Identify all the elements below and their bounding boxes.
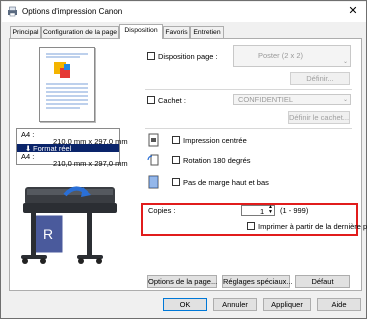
rotate-checkbox[interactable]	[172, 156, 180, 164]
apply-button[interactable]: Appliquer	[263, 298, 311, 311]
print-options-window: Options d'impression Canon ✕ Principal C…	[0, 0, 367, 319]
centered-print-label: Impression centrée	[183, 136, 247, 145]
last-page-checkbox[interactable]	[247, 222, 255, 230]
window-title: Options d'impression Canon	[22, 7, 123, 16]
page-preview	[39, 47, 95, 122]
no-margin-icon	[148, 175, 159, 189]
no-margin-checkbox[interactable]	[172, 178, 180, 186]
centered-print-checkbox[interactable]	[172, 136, 180, 144]
chevron-down-icon: ⌄	[342, 59, 348, 65]
stamp-checkbox[interactable]	[147, 96, 155, 104]
paper-size-summary: A4 : 210,0 mm x 297,0 mm ⬇ Format réel A…	[16, 128, 128, 168]
no-margin-label: Pas de marge haut et bas	[183, 178, 269, 187]
separator	[145, 128, 352, 129]
copies-value: 1	[260, 207, 265, 216]
stamp-select[interactable]: CONFIDENTIEL ⌄	[233, 94, 351, 105]
printer-app-icon	[8, 6, 17, 17]
stamp-value: CONFIDENTIEL	[238, 95, 294, 104]
tab-label: Disposition	[124, 27, 158, 34]
tab-label: Configuration de la page	[42, 29, 118, 36]
tab-label: Entretien	[193, 29, 221, 36]
input-size-label: A4 :	[21, 130, 35, 139]
rotate-label: Rotation 180 degrés	[183, 156, 251, 165]
large-format-printer-image: R	[21, 186, 117, 264]
copies-label: Copies :	[148, 206, 176, 215]
close-button[interactable]: ✕	[346, 4, 360, 18]
disposition-checkbox[interactable]	[147, 52, 155, 60]
tab-favoris[interactable]: Favoris	[163, 26, 190, 38]
define-button[interactable]: Définir...	[290, 72, 350, 85]
tab-label: Principal	[12, 29, 39, 36]
output-size-value: 210,0 mm x 297,0 mm	[53, 159, 128, 168]
cancel-button[interactable]: Annuler	[213, 298, 257, 311]
title-bar: Options d'impression Canon ✕	[2, 2, 366, 22]
scaling-selected: ⬇ Format réel	[17, 144, 119, 153]
tab-entretien[interactable]: Entretien	[190, 26, 224, 38]
separator	[145, 89, 352, 90]
stamp-label: Cachet :	[158, 96, 186, 105]
rotate-icon	[147, 154, 159, 166]
output-size-label: A4 :	[21, 152, 35, 161]
define-stamp-button[interactable]: Définir le cachet...	[288, 111, 350, 124]
help-button[interactable]: Aide	[317, 298, 361, 311]
close-icon: ✕	[348, 5, 358, 17]
ok-button[interactable]: OK	[163, 298, 207, 311]
centered-print-icon	[148, 133, 159, 147]
chevron-down-icon: ⌄	[342, 97, 348, 103]
disposition-value: Poster (2 x 2)	[258, 51, 304, 60]
page-options-button[interactable]: Options de la page...	[147, 275, 217, 288]
disposition-select[interactable]: Poster (2 x 2) ⌄	[233, 45, 351, 67]
tab-disposition[interactable]: Disposition	[119, 24, 163, 39]
spin-arrows-icon[interactable]: ▲ ▼	[268, 205, 273, 215]
disposition-label: Disposition page :	[158, 52, 218, 61]
tab-principal[interactable]: Principal	[10, 26, 41, 38]
last-page-label: Imprimer à partir de la dernière page	[258, 222, 367, 231]
tab-label: Favoris	[165, 29, 188, 36]
page-thumbnail-icon	[46, 53, 88, 109]
tab-page-setup[interactable]: Configuration de la page	[41, 26, 119, 38]
scaling-mode: Format réel	[33, 144, 72, 153]
special-settings-button[interactable]: Réglages spéciaux...	[222, 275, 293, 288]
copies-stepper[interactable]: 1 ▲ ▼	[241, 205, 275, 216]
svg-text:R: R	[43, 226, 53, 242]
default-button[interactable]: Défaut	[295, 275, 350, 288]
copies-range: (1 - 999)	[280, 206, 309, 215]
